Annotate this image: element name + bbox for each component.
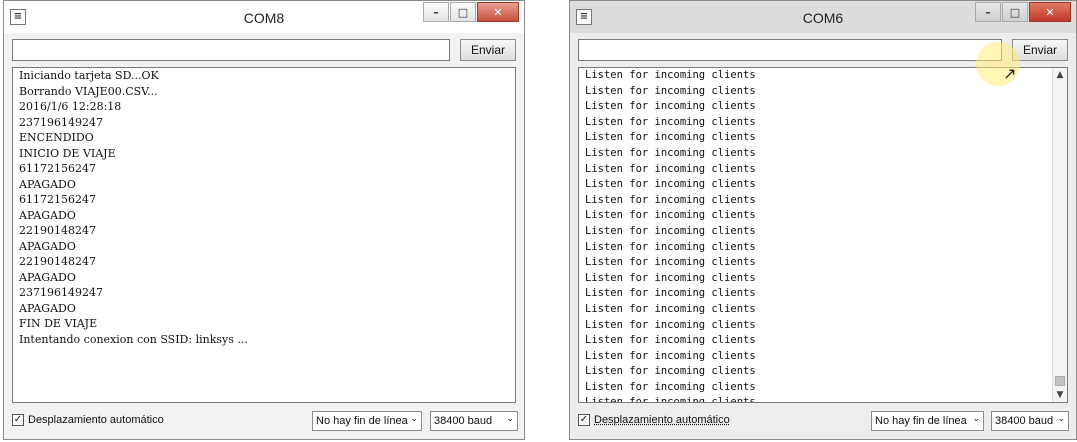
output-line: Listen for incoming clients	[585, 256, 756, 269]
minimize-icon[interactable]: –	[975, 2, 1001, 22]
send-input[interactable]	[12, 39, 450, 61]
output-line: 237196149247	[19, 286, 103, 299]
mouse-pointer-icon: ↗	[1003, 64, 1017, 83]
output-line: 22190148247	[19, 255, 96, 268]
output-line: 22190148247	[19, 224, 96, 237]
output-line: Listen for incoming clients	[585, 334, 756, 347]
autoscroll-checkbox[interactable]: ✓ Desplazamiento automático	[578, 414, 730, 426]
footer-bar: ✓ Desplazamiento automático No hay fin d…	[578, 409, 1069, 435]
output-line: Intentando conexion con SSID: linksys ..…	[19, 332, 248, 346]
baud-rate-value: 38400 baud	[995, 415, 1054, 427]
output-line: Listen for incoming clients	[585, 162, 756, 175]
output-line: Listen for incoming clients	[585, 146, 756, 159]
minimize-icon[interactable]: –	[423, 2, 449, 22]
close-icon[interactable]: ✕	[477, 2, 519, 22]
title-bar[interactable]: ≡ COM6 – □ ✕	[570, 1, 1076, 33]
caption-buttons: – □ ✕	[422, 2, 519, 24]
output-line: Listen for incoming clients	[585, 302, 756, 315]
output-line: FIN DE VIAJE	[19, 317, 98, 330]
baud-rate-select[interactable]: 38400 baud ⌄	[430, 411, 518, 431]
output-line: Listen for incoming clients	[585, 115, 756, 128]
output-line: ENCENDIDO	[19, 131, 94, 144]
chevron-down-icon: ⌄	[972, 414, 980, 424]
output-line: 2016/1/6 12:28:18	[19, 100, 122, 113]
output-line: Listen for incoming clients	[585, 365, 756, 378]
output-line: Listen for incoming clients	[585, 349, 756, 362]
output-line: Listen for incoming clients	[585, 84, 756, 97]
caption-buttons: – □ ✕	[974, 2, 1071, 24]
maximize-icon[interactable]: □	[1002, 2, 1028, 22]
checkmark-icon: ✓	[12, 414, 24, 426]
output-line: 61172156247	[19, 193, 96, 206]
output-line: Listen for incoming clients	[585, 193, 756, 206]
output-lines: Iniciando tarjeta SD...OK Borrando VIAJE0…	[13, 68, 515, 347]
chevron-down-icon: ⌄	[410, 414, 418, 424]
output-line: Listen for incoming clients	[585, 131, 756, 144]
autoscroll-checkbox[interactable]: ✓ Desplazamiento automático	[12, 414, 164, 426]
serial-output[interactable]: Listen for incoming clients Listen for in…	[578, 67, 1068, 403]
baud-rate-select[interactable]: 38400 baud ⌄	[991, 411, 1069, 431]
chevron-down-icon: ⌄	[506, 414, 514, 424]
line-ending-value: No hay fin de línea	[875, 415, 967, 427]
output-lines: Listen for incoming clients Listen for in…	[579, 68, 1067, 403]
output-line: Borrando VIAJE00.CSV...	[19, 84, 158, 98]
output-line: Listen for incoming clients	[585, 287, 756, 300]
footer-bar: ✓ Desplazamiento automático No hay fin d…	[12, 409, 518, 435]
output-line: 237196149247	[19, 115, 103, 129]
output-line: Listen for incoming clients	[585, 240, 756, 253]
send-input[interactable]	[578, 39, 1002, 61]
send-button[interactable]: Enviar	[460, 39, 516, 61]
output-line: Listen for incoming clients	[585, 178, 756, 191]
output-line: 61172156247	[19, 162, 96, 175]
scroll-thumb[interactable]	[1055, 376, 1065, 386]
output-line: APAGADO	[19, 177, 76, 191]
title-bar[interactable]: ≡ COM8 – □ ✕	[4, 1, 524, 33]
output-line: APAGADO	[19, 208, 76, 222]
line-ending-value: No hay fin de línea	[316, 415, 408, 427]
line-ending-select[interactable]: No hay fin de línea ⌄	[871, 411, 984, 431]
output-line: INICIO DE VIAJE	[19, 146, 116, 160]
autoscroll-label: Desplazamiento automático	[594, 414, 730, 426]
output-line: Listen for incoming clients	[585, 396, 756, 403]
checkmark-icon: ✓	[578, 414, 590, 426]
chevron-down-icon: ⌄	[1057, 414, 1065, 424]
baud-rate-value: 38400 baud	[434, 415, 493, 427]
scroll-up-icon[interactable]: ▲	[1053, 68, 1067, 82]
close-icon[interactable]: ✕	[1029, 2, 1071, 22]
send-bar: Enviar	[12, 39, 516, 63]
send-button[interactable]: Enviar	[1012, 39, 1068, 61]
output-line: Iniciando tarjeta SD...OK	[19, 69, 159, 82]
line-ending-select[interactable]: No hay fin de línea ⌄	[312, 411, 422, 431]
output-line: APAGADO	[19, 239, 76, 253]
serial-output[interactable]: Iniciando tarjeta SD...OK Borrando VIAJE0…	[12, 67, 516, 403]
output-line: APAGADO	[19, 301, 76, 315]
autoscroll-label: Desplazamiento automático	[28, 414, 164, 426]
scroll-down-icon[interactable]: ▼	[1053, 388, 1067, 402]
output-line: Listen for incoming clients	[585, 380, 756, 393]
vertical-scrollbar[interactable]: ▲ ▼	[1052, 68, 1067, 402]
output-line: Listen for incoming clients	[585, 318, 756, 331]
maximize-icon[interactable]: □	[450, 2, 476, 22]
output-line: Listen for incoming clients	[585, 271, 756, 284]
output-line: APAGADO	[19, 270, 76, 284]
output-line: Listen for incoming clients	[585, 209, 756, 222]
output-line: Listen for incoming clients	[585, 224, 756, 237]
output-line: Listen for incoming clients	[585, 100, 756, 113]
serial-monitor-com8: ≡ COM8 – □ ✕ Enviar Iniciando tarjeta SD…	[3, 0, 525, 440]
